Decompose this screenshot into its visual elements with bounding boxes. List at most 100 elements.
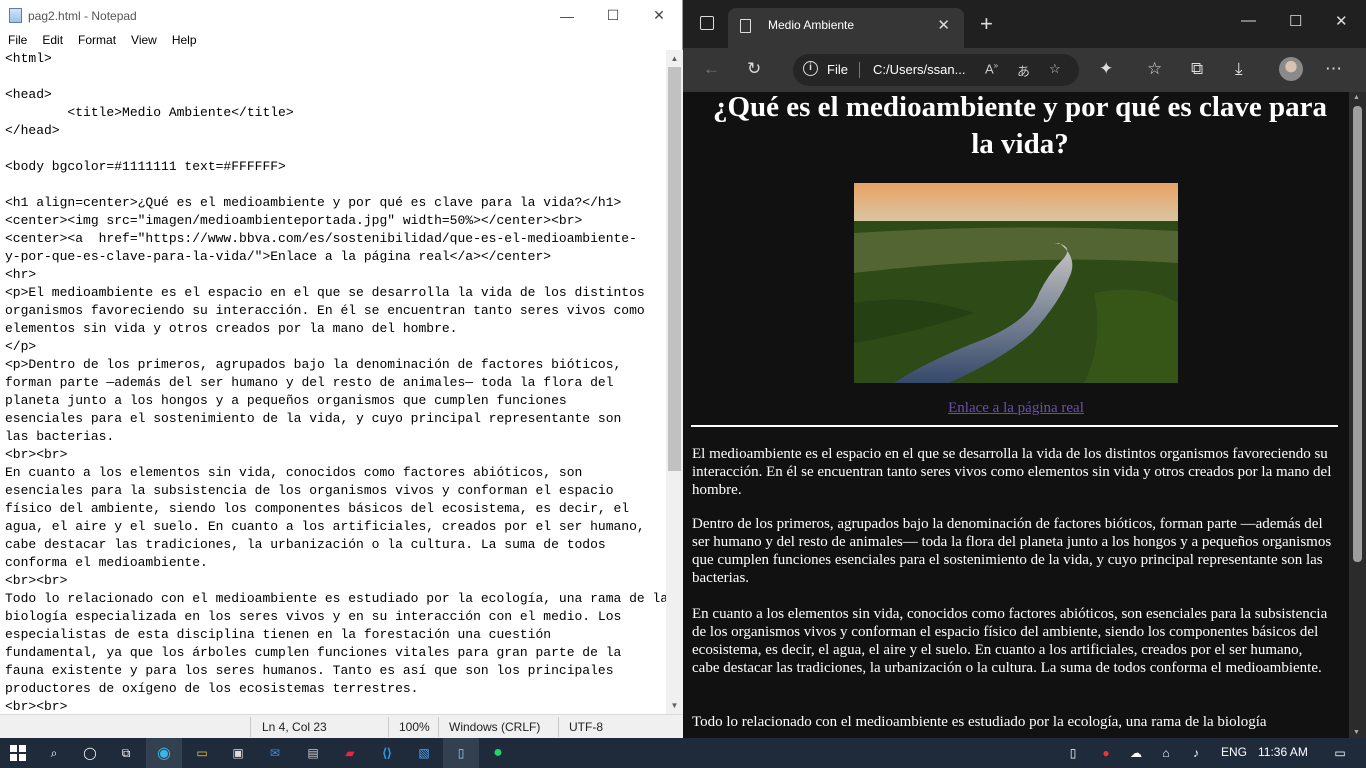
paragraph-2: Dentro de los primeros, agrupados bajo l… — [692, 516, 1332, 586]
address-scheme: File — [827, 62, 848, 77]
browser-maximize-icon[interactable]: ☐ — [1289, 12, 1302, 30]
menu-format[interactable]: Format — [70, 31, 123, 50]
notepad-scrollbar[interactable]: ▲ ▼ — [666, 50, 683, 714]
extensions-icon[interactable]: ✦ — [1099, 59, 1113, 79]
editor-line: planeta junto a los hongos y a pequeños … — [5, 393, 567, 408]
editor-line: elementos sin vida y otros creados por l… — [5, 321, 458, 336]
scroll-down-icon[interactable]: ▼ — [1353, 729, 1360, 736]
editor-line: </head> — [5, 123, 60, 138]
notifications-icon[interactable]: ▭ — [1322, 738, 1358, 768]
document-icon — [740, 19, 751, 33]
notepad-taskbar-icon[interactable]: ▯ — [443, 738, 479, 768]
close-icon[interactable]: ✕ — [636, 0, 682, 31]
notepad-menubar: File Edit Format View Help — [0, 31, 682, 50]
menu-file[interactable]: File — [0, 31, 34, 50]
read-aloud-icon[interactable]: A» — [985, 61, 998, 76]
menu-view[interactable]: View — [123, 31, 164, 50]
store-icon[interactable]: ▣ — [220, 738, 256, 768]
scroll-down-icon[interactable]: ▼ — [666, 697, 683, 714]
app-icon[interactable]: ▤ — [295, 738, 331, 768]
notepad-editor[interactable]: <html> <head> <title>Medio Ambiente</tit… — [0, 50, 666, 714]
minimize-icon[interactable]: — — [544, 0, 590, 31]
file-explorer-icon[interactable]: ▭ — [184, 738, 220, 768]
browser-toolbar: ← ↻ i File C:/Users/ssan... A» あ ☆ ✦ ☆ ⧉… — [683, 48, 1366, 92]
scroll-up-icon[interactable]: ▲ — [666, 50, 683, 67]
menu-help[interactable]: Help — [164, 31, 204, 50]
search-icon[interactable]: ⌕ — [36, 738, 72, 768]
app-icon-3[interactable]: ▧ — [406, 738, 442, 768]
browser-tabbar: Medio Ambiente ✕ + — ☐ ✕ — [683, 0, 1366, 48]
editor-line: <title>Medio Ambiente</title> — [5, 105, 294, 120]
translate-icon[interactable]: あ — [1017, 61, 1030, 80]
volume-icon[interactable]: ♪ — [1178, 738, 1214, 768]
address-url: C:/Users/ssan... — [873, 62, 966, 77]
clock[interactable]: 11:36 AM — [1258, 745, 1308, 759]
cortana-icon[interactable]: ◯ — [72, 738, 108, 768]
status-position: Ln 4, Col 23 — [262, 720, 327, 734]
notepad-statusbar: Ln 4, Col 23 100% Windows (CRLF) UTF-8 — [0, 714, 683, 738]
paragraph-1: El medioambiente es el espacio en el que… — [692, 446, 1332, 498]
app-icon-2[interactable]: ▰ — [332, 738, 368, 768]
paragraph-3: En cuanto a los elementos sin vida, cono… — [692, 606, 1328, 676]
editor-line: <body bgcolor=#1111111 text=#FFFFFF> — [5, 159, 286, 174]
status-line-ending: Windows (CRLF) — [449, 720, 541, 734]
editor-line: biología especializada en los seres vivo… — [5, 609, 622, 624]
editor-line: fundamental, ya que los árboles cumplen … — [5, 645, 622, 660]
editor-line: fauna existente y para los seres humanos… — [5, 663, 614, 678]
tab-close-icon[interactable]: ✕ — [937, 16, 950, 34]
scroll-thumb[interactable] — [668, 67, 681, 471]
back-icon[interactable]: ← — [703, 59, 720, 79]
mail-icon[interactable]: ✉ — [257, 738, 293, 768]
browser-close-icon[interactable]: ✕ — [1335, 12, 1348, 30]
maximize-icon[interactable]: ☐ — [590, 0, 636, 31]
editor-line: <br><br> — [5, 573, 68, 588]
scroll-up-icon[interactable]: ▲ — [1353, 94, 1360, 101]
editor-line: </p> — [5, 339, 37, 354]
vscode-icon[interactable]: ⟨⟩ — [369, 738, 405, 768]
new-tab-icon[interactable]: + — [980, 11, 993, 37]
notepad-titlebar: pag2.html - Notepad — ☐ ✕ — [0, 0, 682, 31]
browser-scrollbar[interactable]: ▲ ▼ — [1349, 92, 1366, 738]
profile-avatar[interactable] — [1279, 57, 1303, 81]
browser-minimize-icon[interactable]: — — [1241, 12, 1256, 29]
page-heading: ¿Qué es el medioambiente y por qué es cl… — [712, 92, 1328, 160]
address-bar[interactable]: i File C:/Users/ssan... A» あ ☆ — [793, 54, 1079, 86]
tab-actions-icon[interactable] — [700, 16, 714, 30]
status-zoom: 100% — [399, 720, 430, 734]
language-indicator[interactable]: ENG — [1221, 745, 1247, 759]
editor-line: cabe destacar las tradiciones, la urbani… — [5, 537, 606, 552]
editor-line: <head> — [5, 87, 52, 102]
whatsapp-icon[interactable]: ● — [480, 738, 516, 768]
info-icon[interactable]: i — [803, 61, 818, 76]
real-page-link[interactable]: Enlace a la página real — [683, 400, 1349, 417]
editor-line: <html> — [5, 51, 52, 66]
editor-line: <br><br> — [5, 447, 68, 462]
refresh-icon[interactable]: ↻ — [747, 59, 761, 79]
favorites-icon[interactable]: ☆ — [1147, 59, 1162, 79]
tab-medio-ambiente[interactable]: Medio Ambiente ✕ — [728, 8, 964, 48]
editor-line: y-por-que-es-clave-para-la-vida/">Enlace… — [5, 249, 552, 264]
editor-line: las bacterias. — [5, 429, 115, 444]
landscape-image — [854, 183, 1178, 383]
add-favorite-icon[interactable]: ☆ — [1049, 61, 1061, 77]
editor-line: conforma el medioambiente. — [5, 555, 208, 570]
windows-start-icon[interactable] — [0, 738, 36, 768]
notepad-title: pag2.html - Notepad — [28, 8, 137, 23]
editor-line: En cuanto a los elementos sin vida, cono… — [5, 465, 583, 480]
collections-icon[interactable]: ⧉ — [1191, 59, 1203, 79]
task-view-icon[interactable]: ⧉ — [108, 738, 144, 768]
editor-line: <center><img src="imagen/medioambientepo… — [5, 213, 583, 228]
edge-icon[interactable]: ◉ — [146, 738, 182, 768]
paragraph-4: Todo lo relacionado con el medioambiente… — [692, 714, 1267, 730]
tray-icon[interactable]: ▯ — [1055, 738, 1091, 768]
editor-line: productores de oxígeno de los ecosistema… — [5, 681, 419, 696]
more-menu-icon[interactable]: ⋯ — [1325, 59, 1342, 79]
editor-line: forman parte —además del ser humano y de… — [5, 375, 614, 390]
downloads-icon[interactable]: ⤓ — [1235, 59, 1243, 79]
editor-line: especialistas de esta disciplina tienen … — [5, 627, 552, 642]
browser-scroll-thumb[interactable] — [1353, 106, 1362, 562]
menu-edit[interactable]: Edit — [34, 31, 70, 50]
editor-line: <p>El medioambiente es el espacio en el … — [5, 285, 645, 300]
